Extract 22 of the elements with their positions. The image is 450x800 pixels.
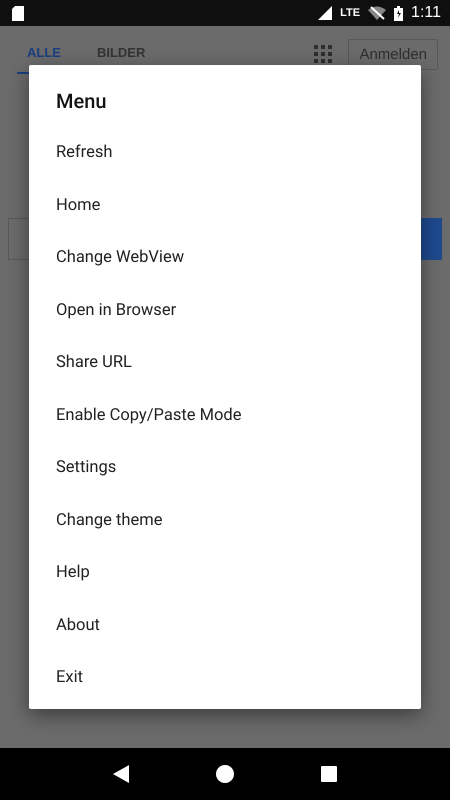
- apps-grid-icon[interactable]: [314, 45, 332, 63]
- recents-icon[interactable]: [320, 766, 337, 782]
- wifi-off-icon: [368, 6, 386, 20]
- signal-icon: [318, 6, 332, 20]
- sd-card-icon: [12, 6, 24, 20]
- menu-item[interactable]: Enable Copy/Paste Mode: [29, 390, 421, 442]
- menu-item[interactable]: Change WebView: [29, 232, 421, 284]
- menu-item[interactable]: Settings: [29, 442, 421, 494]
- menu-item[interactable]: Help: [29, 547, 421, 600]
- battery-icon: [394, 6, 404, 20]
- menu-item[interactable]: Open in Browser: [29, 284, 421, 337]
- network-type: LTE: [340, 7, 360, 19]
- back-icon[interactable]: [113, 765, 130, 783]
- menu-item[interactable]: About: [29, 600, 421, 652]
- menu-item[interactable]: Refresh: [29, 127, 421, 180]
- menu-item[interactable]: Change theme: [29, 494, 421, 547]
- home-icon[interactable]: [216, 765, 234, 783]
- dialog-title: Menu: [56, 89, 108, 113]
- menu-item[interactable]: Home: [29, 180, 421, 232]
- menu-item[interactable]: Exit: [29, 652, 421, 704]
- clock-time: 1:11: [411, 4, 441, 22]
- menu-item[interactable]: Share URL: [29, 337, 421, 390]
